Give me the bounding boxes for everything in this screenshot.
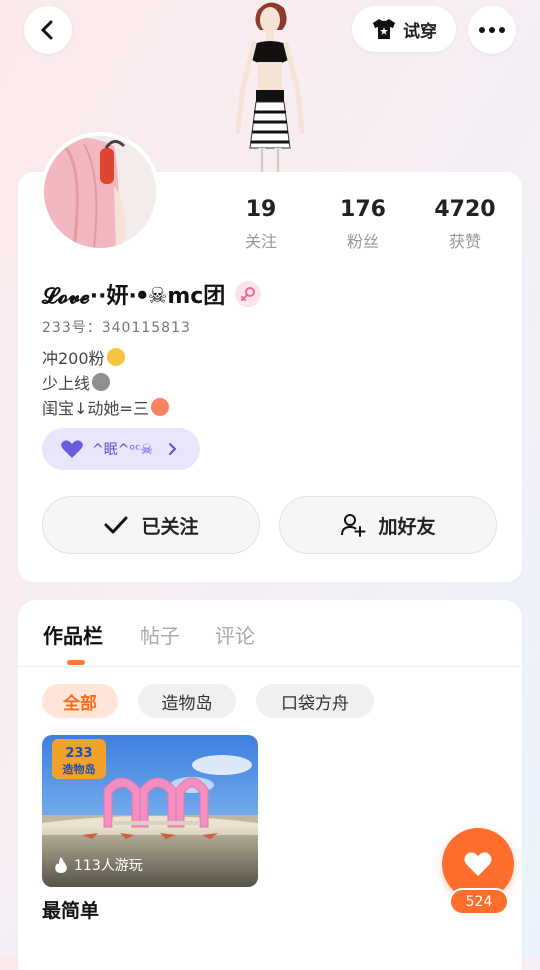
chevron-left-icon (41, 20, 53, 40)
filter-pocket-ark[interactable]: 口袋方舟 (256, 684, 374, 718)
more-dots-icon (479, 27, 505, 33)
bio-line: 少上线 (42, 370, 111, 394)
bio-line: 冲200粉 (42, 345, 125, 369)
stat-value: 176 (340, 197, 386, 222)
flame-icon (55, 857, 67, 873)
heart-icon (61, 440, 83, 458)
badge-pill[interactable]: ^眠^ᵒᶜ☠ (42, 428, 200, 470)
more-button[interactable] (468, 6, 516, 54)
divider (18, 666, 522, 667)
work-title[interactable]: 最简单 (42, 896, 99, 923)
check-icon (104, 516, 128, 534)
bio-text: 闺宝↓动她=三 (42, 399, 149, 418)
user-id: 233号：340115813 (42, 320, 191, 336)
back-button[interactable] (24, 6, 72, 54)
add-friend-button[interactable]: 加好友 (279, 496, 497, 554)
tshirt-icon (373, 19, 395, 39)
try-on-label: 试穿 (403, 21, 437, 42)
stat-value: 4720 (434, 197, 496, 222)
add-friend-label: 加好友 (378, 515, 436, 538)
stat-likes[interactable]: 4720 获赞 (420, 196, 510, 252)
tab-posts[interactable]: 帖子 (140, 620, 180, 649)
stat-label: 粉丝 (346, 232, 379, 251)
play-count-text: 113人游玩 (74, 858, 143, 874)
chevron-right-icon (168, 443, 177, 455)
add-user-icon (341, 514, 366, 537)
heart-icon (464, 852, 492, 876)
tab-works[interactable]: 作品栏 (43, 620, 103, 649)
stat-label: 关注 (244, 232, 277, 251)
filter-creation-island[interactable]: 造物岛 (138, 684, 236, 718)
avatar[interactable] (40, 132, 160, 252)
female-icon (235, 281, 262, 307)
work-card[interactable]: 233 造物岛 113人游玩 (42, 735, 258, 887)
angry-face-icon (150, 398, 169, 416)
try-on-button[interactable]: 试穿 (352, 6, 456, 52)
like-count: 524 (449, 888, 509, 915)
followed-label: 已关注 (141, 515, 199, 538)
stat-value: 19 (245, 197, 277, 222)
bio-text: 少上线 (42, 374, 91, 393)
followed-button[interactable]: 已关注 (42, 496, 260, 554)
weary-face-icon (106, 348, 125, 366)
stat-label: 获赞 (448, 232, 481, 251)
moon-face-icon (92, 373, 111, 391)
tab-underline (67, 660, 85, 665)
filter-all[interactable]: 全部 (42, 684, 118, 718)
bio-text: 冲200粉 (42, 349, 105, 368)
tab-comments[interactable]: 评论 (215, 620, 255, 649)
play-count: 113人游玩 (54, 855, 143, 875)
badge-text: ^眠^ᵒᶜ☠ (92, 442, 153, 458)
avatar-figure (210, 0, 330, 178)
username-text: 𝓛𝓸𝓿𝓮··妍·ꔷ☠mc团 (42, 284, 226, 309)
username: 𝓛𝓸𝓿𝓮··妍·ꔷ☠mc团 (42, 278, 262, 310)
bio-line: 闺宝↓动她=三 (42, 395, 169, 419)
stat-fans[interactable]: 176 粉丝 (318, 196, 408, 252)
stat-following[interactable]: 19 关注 (216, 196, 306, 252)
